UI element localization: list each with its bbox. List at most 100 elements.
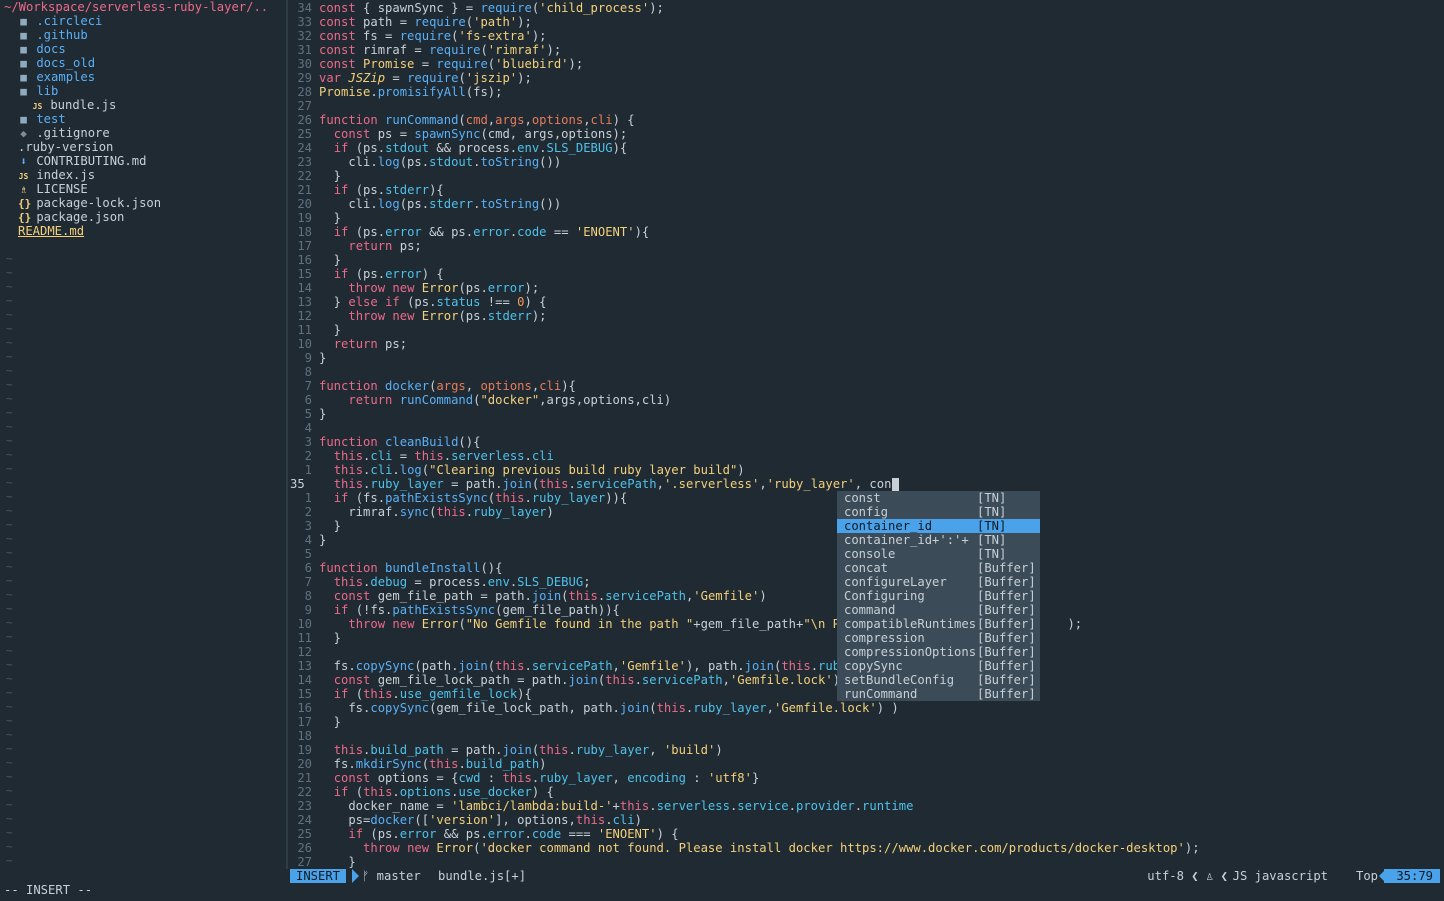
tree-item[interactable]: .ruby-version <box>4 140 286 154</box>
completion-item[interactable]: concat [Buffer] <box>837 561 1040 575</box>
code-line[interactable]: this.debug = process.env.SLS_DEBUG; <box>319 575 591 589</box>
tree-item[interactable]: ■ examples <box>4 70 286 84</box>
code-line[interactable]: docker_name = 'lambci/lambda:build-'+thi… <box>319 799 913 813</box>
tree-item[interactable]: {} package-lock.json <box>4 196 286 210</box>
code-line[interactable]: const { spawnSync } = require('child_pro… <box>319 1 664 15</box>
code-line[interactable]: function docker(args, options,cli){ <box>319 379 576 393</box>
code-line[interactable]: } <box>319 855 355 869</box>
empty-line-marker: ~ <box>6 532 13 545</box>
code-line[interactable]: } else if (ps.status !== 0) { <box>319 295 547 309</box>
code-line[interactable]: function runCommand(cmd,args,options,cli… <box>319 113 635 127</box>
git-branch: ᚠ master <box>362 869 421 883</box>
line-number: 15 <box>297 267 312 281</box>
completion-item[interactable]: setBundleConfig [Buffer] <box>837 673 1040 687</box>
code-line[interactable]: const ps = spawnSync(cmd, args,options); <box>319 127 628 141</box>
code-line[interactable]: return ps; <box>319 337 407 351</box>
line-number: 26 <box>297 113 312 127</box>
code-line[interactable]: this.cli.log("Clearing previous build ru… <box>319 463 745 477</box>
code-line[interactable]: fs.mkdirSync(this.build_path) <box>319 757 547 771</box>
code-line[interactable]: const rimraf = require('rimraf'); <box>319 43 561 57</box>
code-line[interactable]: if (ps.error && ps.error.code == 'ENOENT… <box>319 225 650 239</box>
tree-item[interactable]: ⬇ CONTRIBUTING.md <box>4 154 286 168</box>
code-line[interactable]: if (!fs.pathExistsSync(gem_file_path)){ <box>319 603 620 617</box>
line-number: 24 <box>297 813 312 827</box>
tree-item[interactable]: ■ .github <box>4 28 286 42</box>
code-editor[interactable]: 34 const { spawnSync } = require('child_p… <box>288 0 1444 869</box>
code-line[interactable]: function bundleInstall(){ <box>319 561 502 575</box>
code-line[interactable]: Promise.promisifyAll(fs); <box>319 85 502 99</box>
code-line[interactable]: } <box>319 407 326 421</box>
code-line[interactable]: fs.copySync(gem_file_lock_path, path.joi… <box>319 701 898 715</box>
code-line[interactable]: fs.copySync(path.join(this.servicePath,'… <box>319 659 862 673</box>
completion-item[interactable]: command [Buffer] <box>837 603 1040 617</box>
tree-item[interactable]: ◆ .gitignore <box>4 126 286 140</box>
tree-item[interactable]: ■ .circleci <box>4 14 286 28</box>
tree-item[interactable]: ■ docs <box>4 42 286 56</box>
tree-item-label: .github <box>36 28 88 42</box>
code-line[interactable]: const gem_file_path = path.join(this.ser… <box>319 589 767 603</box>
code-line[interactable]: const Promise = require('bluebird'); <box>319 57 583 71</box>
completion-item[interactable]: compressionOptions [Buffer] <box>837 645 1040 659</box>
code-line[interactable]: this.cli = this.serverless.cli <box>319 449 554 463</box>
code-line[interactable]: if (this.options.use_docker) { <box>319 785 554 799</box>
tree-root-path[interactable]: ~/Workspace/serverless-ruby-layer/.. <box>4 0 286 14</box>
code-line[interactable]: var JSZip = require('jszip'); <box>319 71 532 85</box>
code-line[interactable]: cli.log(ps.stdout.toString()) <box>319 155 561 169</box>
code-line[interactable]: const gem_file_lock_path = path.join(thi… <box>319 673 840 687</box>
code-line[interactable]: ps=docker(['version'], options,this.cli) <box>319 813 642 827</box>
code-line[interactable]: if (ps.stderr){ <box>319 183 444 197</box>
command-line[interactable]: -- INSERT -- <box>4 883 92 897</box>
code-line[interactable]: if (ps.stdout && process.env.SLS_DEBUG){ <box>319 141 628 155</box>
code-line[interactable]: cli.log(ps.stderr.toString()) <box>319 197 561 211</box>
code-line[interactable]: } <box>319 631 341 645</box>
code-line[interactable]: if (ps.error && ps.error.code === 'ENOEN… <box>319 827 678 841</box>
tree-item[interactable]: {} package.json <box>4 210 286 224</box>
tree-item[interactable]: JS index.js <box>4 168 286 182</box>
completion-word: container_id <box>844 519 933 533</box>
code-line[interactable]: this.build_path = path.join(this.ruby_la… <box>319 743 723 757</box>
completion-item[interactable]: configureLayer [Buffer] <box>837 575 1040 589</box>
code-line[interactable]: } <box>319 253 341 267</box>
code-line[interactable]: if (this.use_gemfile_lock){ <box>319 687 532 701</box>
code-line[interactable]: rimraf.sync(this.ruby_layer) <box>319 505 554 519</box>
tree-item[interactable]: ♗ LICENSE <box>4 182 286 196</box>
tree-item[interactable]: README.md <box>4 224 286 238</box>
code-line[interactable]: throw new Error(ps.stderr); <box>319 309 546 323</box>
tree-item[interactable]: ■ docs_old <box>4 56 286 70</box>
code-line[interactable]: throw new Error('docker command not foun… <box>319 841 1200 855</box>
code-line[interactable]: function cleanBuild(){ <box>319 435 480 449</box>
code-line[interactable]: throw new Error(ps.error); <box>319 281 539 295</box>
tree-item[interactable]: ■ test <box>4 112 286 126</box>
completion-item[interactable]: runCommand [Buffer] <box>837 687 1040 701</box>
code-line[interactable]: } <box>319 211 341 225</box>
completion-item[interactable]: copySync [Buffer] <box>837 659 1040 673</box>
code-line[interactable]: const options = {cwd : this.ruby_layer, … <box>319 771 760 785</box>
line-number: 19 <box>297 743 312 757</box>
code-line[interactable]: return ps; <box>319 239 421 253</box>
code-line[interactable]: } <box>319 533 326 547</box>
tree-item[interactable]: JS bundle.js <box>4 98 286 112</box>
code-line[interactable]: } <box>319 715 341 729</box>
code-line[interactable]: } <box>319 323 341 337</box>
completion-item[interactable]: container_id [TN] <box>837 519 1040 533</box>
tree-item[interactable]: ■ lib <box>4 84 286 98</box>
completion-item[interactable]: container_id+':'+ [TN] <box>837 533 1040 547</box>
code-line[interactable]: } <box>319 519 341 533</box>
license-icon: ♗ <box>20 183 27 196</box>
completion-item[interactable]: console [TN] <box>837 547 1040 561</box>
completion-popup[interactable]: const [TN] config [TN] container_id [TN] conta… <box>837 491 1040 701</box>
code-line[interactable]: } <box>319 351 326 365</box>
code-line[interactable]: } <box>319 169 341 183</box>
code-line[interactable]: const fs = require('fs-extra'); <box>319 29 547 43</box>
completion-item[interactable]: compression [Buffer] <box>837 631 1040 645</box>
code-line[interactable]: const path = require('path'); <box>319 15 532 29</box>
completion-item[interactable]: compatibleRuntimes [Buffer] <box>837 617 1040 631</box>
code-line[interactable]: if (ps.error) { <box>319 267 444 281</box>
code-line[interactable]: if (fs.pathExistsSync(this.ruby_layer)){ <box>319 491 628 505</box>
empty-line-marker: ~ <box>6 770 13 783</box>
code-line[interactable]: return runCommand("docker",args,options,… <box>319 393 671 407</box>
code-line[interactable]: this.ruby_layer = path.join(this.service… <box>319 477 900 491</box>
completion-item[interactable]: Configuring [Buffer] <box>837 589 1040 603</box>
completion-item[interactable]: config [TN] <box>837 505 1040 519</box>
completion-item[interactable]: const [TN] <box>837 491 1040 505</box>
